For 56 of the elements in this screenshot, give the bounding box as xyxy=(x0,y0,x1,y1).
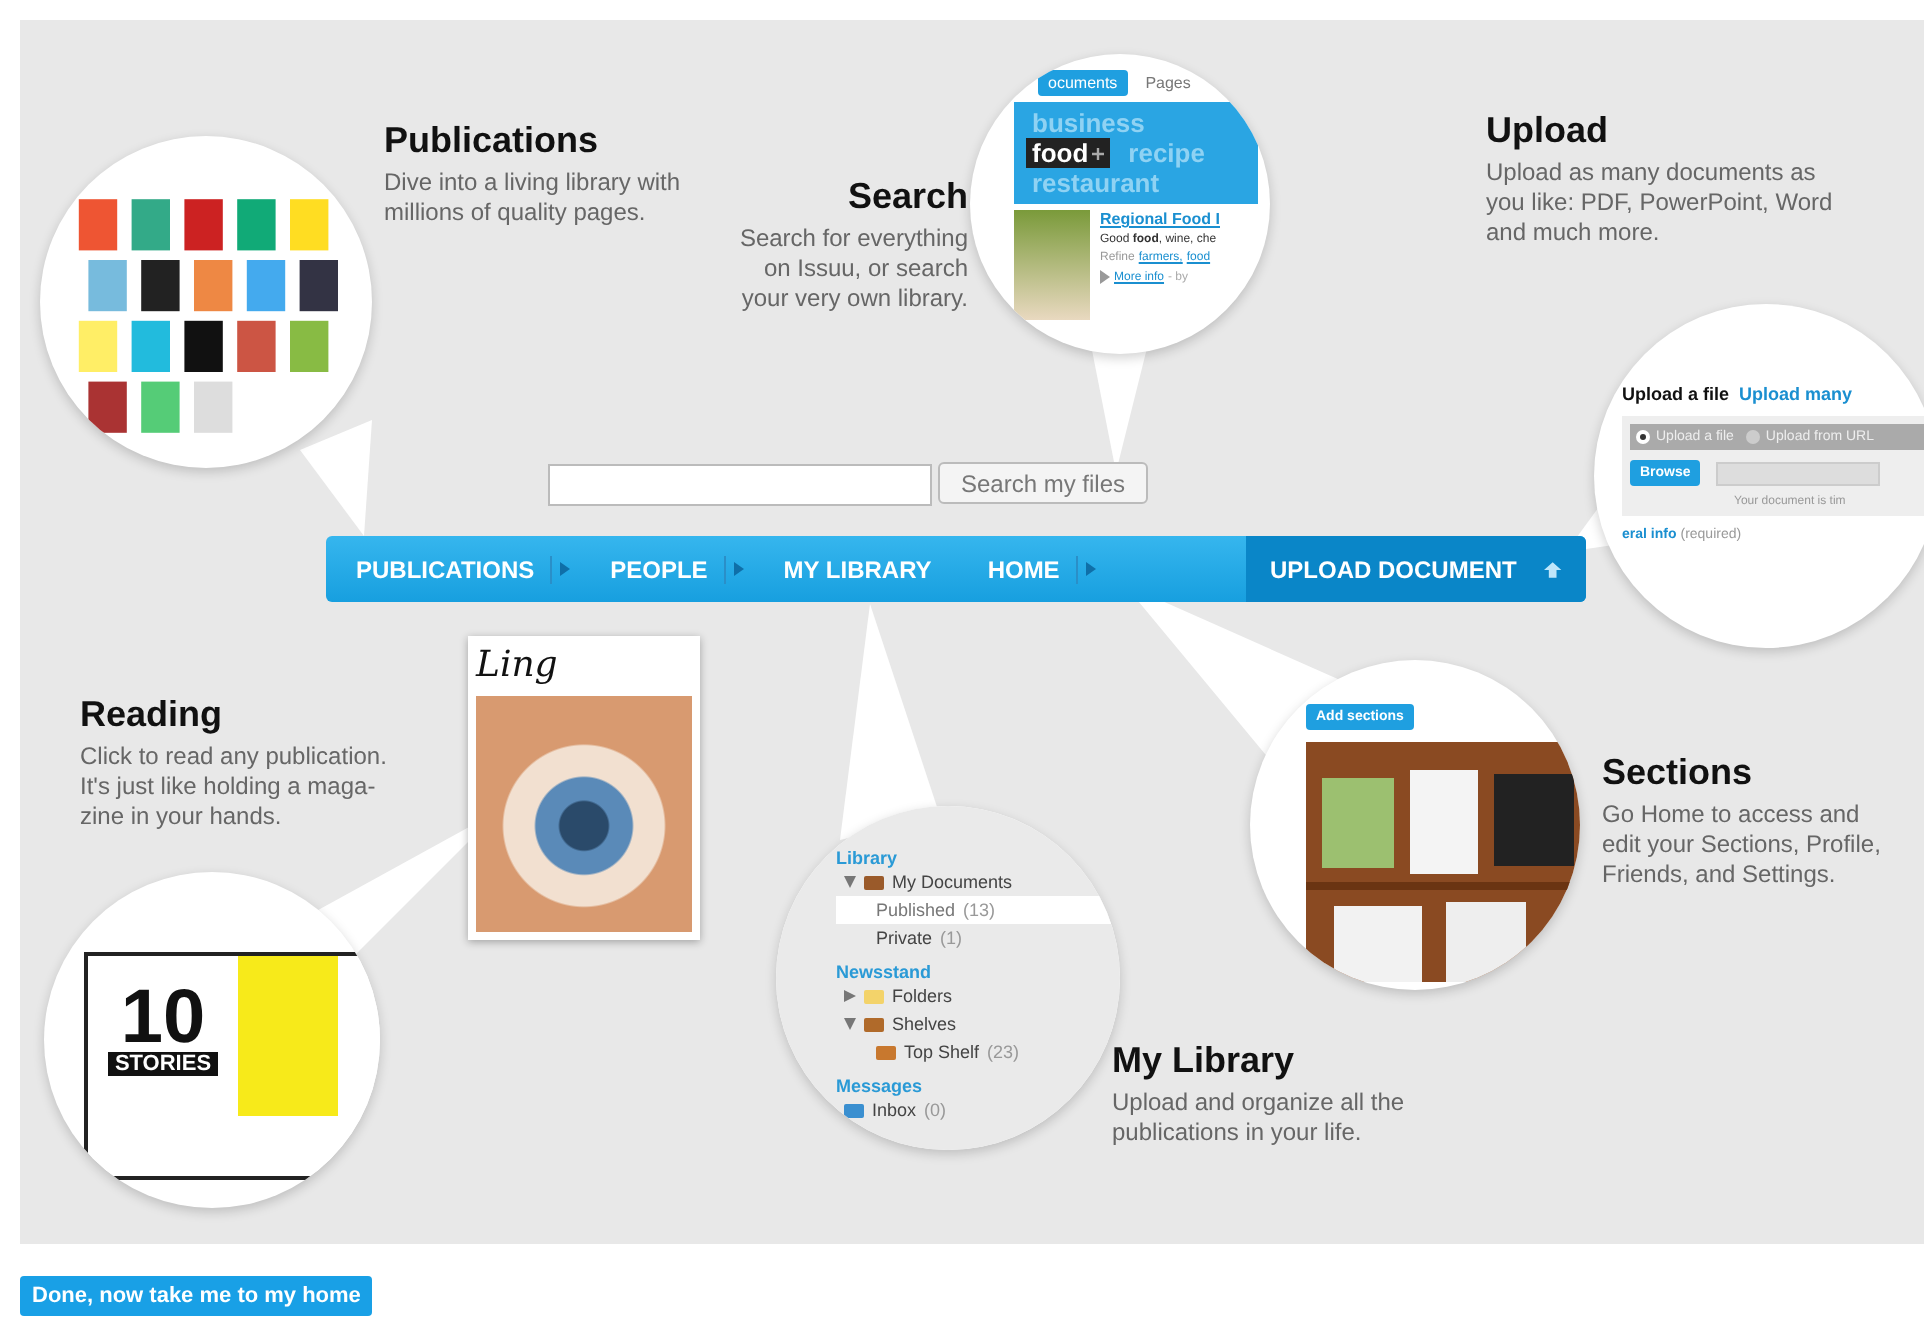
spread-number: 10 xyxy=(120,984,206,1052)
feature-title: Upload xyxy=(1486,110,1610,152)
caret-icon xyxy=(733,562,744,576)
collapsed-arrow-icon xyxy=(844,990,856,1002)
tree-item[interactable]: Shelves xyxy=(836,1010,1120,1038)
feature-description-line: Friends, and Settings. xyxy=(1602,860,1838,890)
tab[interactable]: Pages xyxy=(1135,70,1201,96)
feature-description-line: and much more. xyxy=(1486,218,1662,248)
feature-description-line: millions of quality pages. xyxy=(384,198,648,228)
nav-link[interactable]: PEOPLE xyxy=(594,555,768,583)
nav-link[interactable]: PUBLICATIONS xyxy=(326,555,595,583)
feature-description-line: Click to read any publication. xyxy=(80,742,387,772)
result-title-link[interactable]: Regional Food I xyxy=(1100,210,1220,228)
search-button[interactable]: Search my files xyxy=(938,462,1148,504)
expanded-arrow-icon xyxy=(844,876,856,888)
tree-heading: Messages xyxy=(836,1076,925,1096)
feature-description-line: It's just like holding a maga- xyxy=(80,772,378,802)
feature-title: Publications xyxy=(384,120,601,162)
feature-description-line: on Issuu, or search xyxy=(761,254,968,284)
caret-icon xyxy=(1085,562,1096,576)
upload-tab[interactable]: Upload many xyxy=(1739,384,1853,404)
search-field[interactable] xyxy=(548,464,932,506)
feature-description-line: Dive into a living library with xyxy=(384,168,681,198)
expanded-arrow-icon xyxy=(844,1018,856,1030)
caret-icon xyxy=(560,562,571,576)
tree-heading: Library xyxy=(836,848,900,868)
file-path-field[interactable] xyxy=(1716,461,1881,485)
feature-title: Sections xyxy=(1602,752,1755,794)
upload-tab[interactable]: Upload a file xyxy=(1622,384,1730,404)
tree-item[interactable]: My Documents xyxy=(836,868,1120,896)
feature-description-line: publications in your life. xyxy=(1112,1118,1364,1148)
photo-placeholder xyxy=(1014,210,1090,320)
feature-description-line: Upload as many documents as xyxy=(1486,158,1818,188)
tree-heading: Newsstand xyxy=(836,962,934,982)
tag-link[interactable]: food xyxy=(1026,138,1111,168)
feature-description-line: edit your Sections, Profile, xyxy=(1602,830,1881,860)
spread-headline: STORIES xyxy=(108,1052,218,1076)
feature-title: Reading xyxy=(80,694,225,736)
callout-pointer xyxy=(300,420,372,536)
done-button[interactable]: Done, now take me to my home xyxy=(20,1276,373,1316)
feature-description-line: zine in your hands. xyxy=(80,802,284,832)
nav-link[interactable]: HOME xyxy=(971,555,1120,583)
upload-document-button[interactable]: UPLOAD DOCUMENT xyxy=(1246,536,1586,602)
tab[interactable]: ocuments xyxy=(1038,70,1128,96)
tree-item[interactable]: Folders xyxy=(836,982,1120,1010)
feature-description-line: Upload and organize all the xyxy=(1112,1088,1405,1118)
cover-title: Ling xyxy=(476,644,558,686)
nav-link[interactable]: MY LIBRARY xyxy=(767,555,932,583)
plus-icon xyxy=(1092,147,1105,159)
feature-description-line: you like: PDF, PowerPoint, Word xyxy=(1486,188,1833,218)
feature-description-line: Search for everything xyxy=(737,224,968,254)
feature-title: My Library xyxy=(1112,1040,1297,1082)
tree-item[interactable]: Private (1) xyxy=(836,924,1120,952)
caret-icon xyxy=(1100,270,1110,284)
feature-description-line: your very own library. xyxy=(739,284,968,314)
feature-description-line: Go Home to access and xyxy=(1602,800,1862,830)
